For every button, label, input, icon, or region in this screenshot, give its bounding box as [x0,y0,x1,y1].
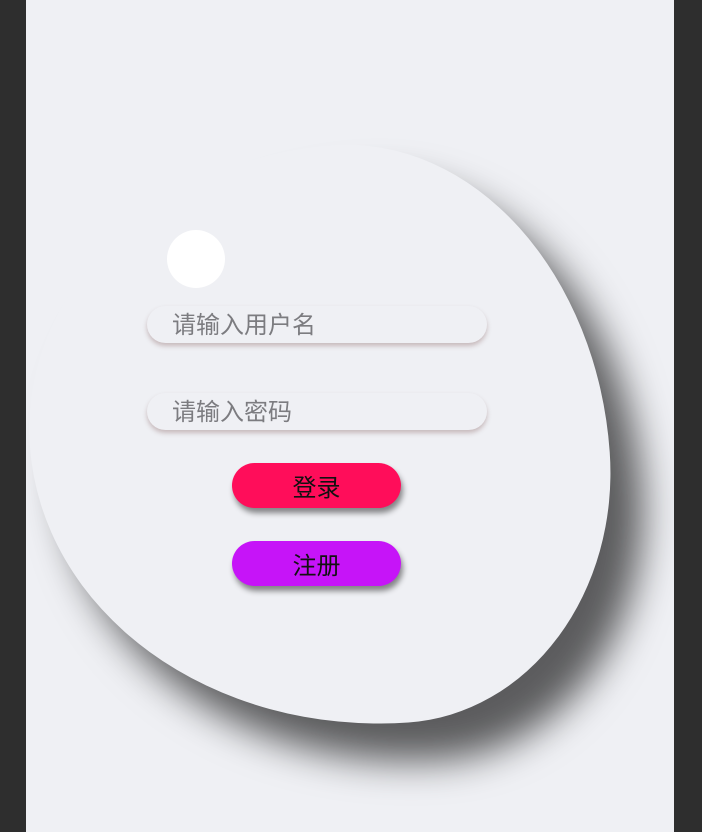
username-input[interactable] [147,306,487,343]
login-card-blob [26,127,628,748]
app-screen: 登录 注册 [26,0,674,832]
register-button[interactable]: 注册 [232,541,401,586]
password-input[interactable] [147,393,487,430]
avatar [167,230,225,288]
login-button[interactable]: 登录 [232,463,401,508]
